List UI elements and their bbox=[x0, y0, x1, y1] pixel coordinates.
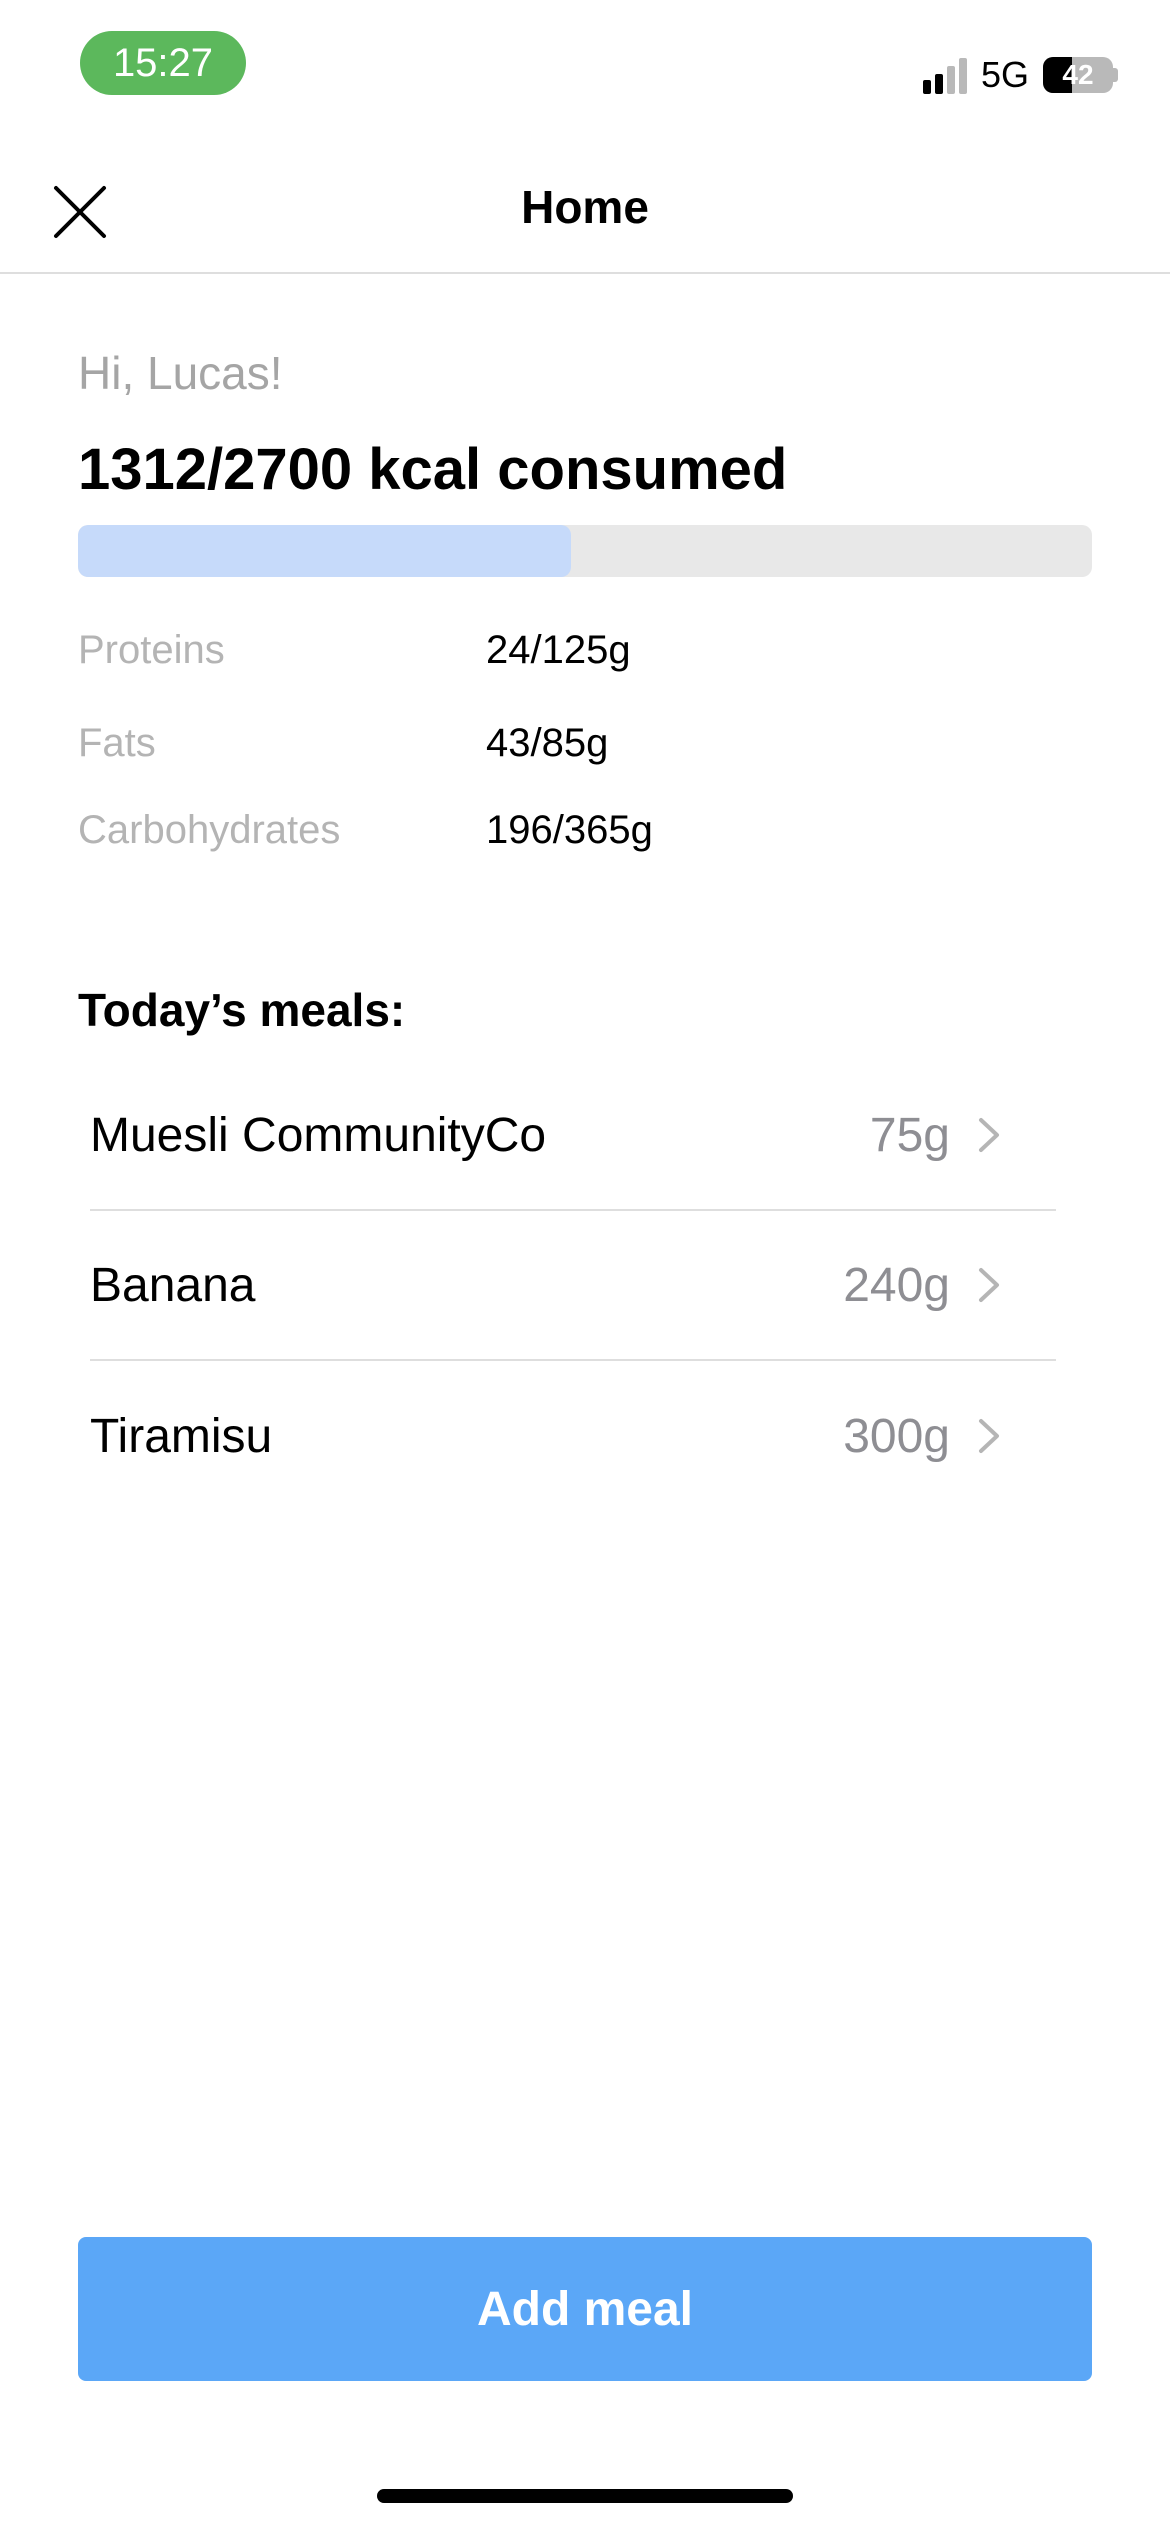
calories-summary: 1312/2700 kcal consumed bbox=[78, 437, 788, 502]
meal-weight: 300g bbox=[843, 1409, 950, 1463]
macro-label: Proteins bbox=[78, 627, 225, 672]
macro-label: Carbohydrates bbox=[78, 807, 341, 852]
chevron-right-icon bbox=[978, 1416, 1008, 1456]
macro-label: Fats bbox=[78, 720, 156, 765]
macro-row-proteins: Proteins 24/125g bbox=[78, 620, 978, 680]
page-title: Home bbox=[521, 181, 649, 233]
macro-value: 196/365g bbox=[486, 807, 653, 852]
greeting: Hi, Lucas! bbox=[78, 347, 283, 399]
status-time: 15:27 bbox=[80, 31, 246, 95]
meals-heading: Today’s meals: bbox=[78, 984, 406, 1036]
meal-item-tiramisu[interactable]: Tiramisu 300g bbox=[90, 1361, 1056, 1511]
meal-list: Muesli CommunityCo 75g Banana 240g Tiram… bbox=[90, 1061, 1056, 1511]
meal-item-muesli[interactable]: Muesli CommunityCo 75g bbox=[90, 1061, 1056, 1211]
macro-row-carbohydrates: Carbohydrates 196/365g bbox=[78, 800, 978, 860]
network-type: 5G bbox=[980, 54, 1029, 95]
meal-name: Muesli CommunityCo bbox=[90, 1108, 547, 1162]
status-indicators: 5G 42 bbox=[922, 50, 1118, 100]
meal-name: Banana bbox=[90, 1258, 256, 1312]
macro-row-fats: Fats 43/85g bbox=[78, 713, 978, 773]
battery-icon: 42 bbox=[1043, 57, 1118, 93]
battery-level: 42 bbox=[1062, 59, 1094, 90]
chevron-right-icon bbox=[978, 1265, 1008, 1305]
calorie-progress-fill bbox=[78, 525, 571, 577]
navigation-bar: Home bbox=[0, 140, 1170, 274]
cellular-signal-icon bbox=[922, 56, 967, 94]
home-indicator bbox=[377, 2489, 793, 2503]
home-screen: 15:27 5G 42 Home Hi, Lucas! 1312/2700 kc bbox=[0, 0, 1170, 2532]
add-meal-button[interactable]: Add meal bbox=[78, 2237, 1092, 2381]
macro-value: 43/85g bbox=[486, 720, 609, 765]
meal-item-banana[interactable]: Banana 240g bbox=[90, 1211, 1056, 1361]
meal-weight: 240g bbox=[843, 1258, 950, 1312]
meal-weight: 75g bbox=[869, 1108, 950, 1162]
macro-value: 24/125g bbox=[486, 627, 631, 672]
chevron-right-icon bbox=[978, 1115, 1008, 1155]
calorie-progress-bar bbox=[78, 525, 1092, 577]
meal-name: Tiramisu bbox=[90, 1409, 273, 1463]
